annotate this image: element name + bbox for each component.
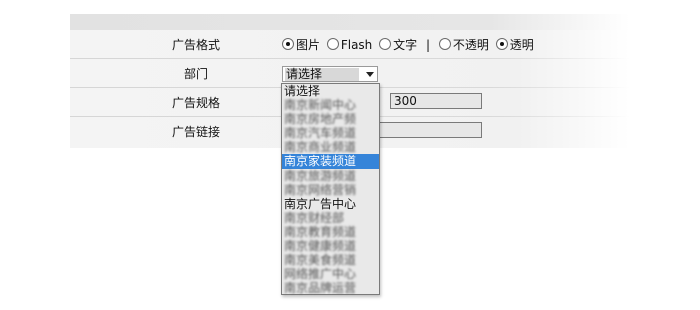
radio-text[interactable] bbox=[379, 38, 392, 50]
dropdown-option[interactable]: 网络推广中心 bbox=[282, 267, 379, 281]
radio-image[interactable] bbox=[282, 38, 294, 50]
radio-flash-label[interactable]: Flash bbox=[341, 38, 372, 52]
dropdown-option[interactable]: 南京新闻中心 bbox=[282, 98, 379, 112]
dropdown-option[interactable]: 南京家装频道 bbox=[282, 154, 379, 169]
radio-separator: | bbox=[425, 38, 431, 52]
chevron-down-icon[interactable] bbox=[366, 72, 374, 77]
department-select-value: 请选择 bbox=[285, 68, 359, 81]
form-header-bar bbox=[70, 14, 630, 30]
dropdown-option[interactable]: 南京教育频道 bbox=[282, 225, 379, 239]
radio-opaque-label[interactable]: 不透明 bbox=[453, 38, 489, 52]
dropdown-option[interactable]: 南京房地产频 bbox=[282, 112, 379, 126]
radio-transparent[interactable] bbox=[495, 38, 508, 50]
dropdown-option[interactable]: 南京商业频道 bbox=[282, 140, 379, 154]
department-dropdown-list[interactable]: 请选择 南京新闻中心 南京房地产频 南京汽车频道 南京商业频道 南京家装频道 南京旅游频道南… bbox=[281, 83, 380, 295]
format-row: 广告格式 图片 Flash 文字 | 不透明 透明 bbox=[70, 30, 630, 59]
dropdown-option[interactable]: 南京网络营销 bbox=[282, 183, 379, 197]
dropdown-option[interactable]: 南京品牌运营 bbox=[282, 281, 379, 295]
radio-transparent-label[interactable]: 透明 bbox=[510, 38, 534, 52]
format-radio-group: 图片 Flash 文字 | 不透明 透明 bbox=[282, 38, 537, 52]
dropdown-option[interactable]: 请选择 bbox=[282, 84, 379, 98]
department-select[interactable]: 请选择 bbox=[282, 66, 378, 82]
dropdown-option[interactable]: 南京美食频道 bbox=[282, 253, 379, 267]
dropdown-option[interactable]: 南京汽车频道 bbox=[282, 126, 379, 140]
dropdown-option[interactable]: 南京健康频道 bbox=[282, 239, 379, 253]
dropdown-option[interactable]: 南京财经部 bbox=[282, 211, 379, 225]
radio-opaque[interactable] bbox=[438, 38, 451, 50]
format-label: 广告格式 bbox=[171, 38, 220, 52]
department-label: 部门 bbox=[183, 67, 208, 81]
link-label: 广告链接 bbox=[171, 125, 220, 139]
radio-flash[interactable] bbox=[326, 38, 339, 50]
link-input[interactable] bbox=[370, 122, 482, 138]
dropdown-option[interactable]: 南京旅游频道 bbox=[282, 169, 379, 183]
radio-text-label[interactable]: 文字 bbox=[393, 38, 417, 52]
size-label: 广告规格 bbox=[171, 96, 220, 110]
radio-image-label[interactable]: 图片 bbox=[296, 38, 320, 52]
dropdown-option[interactable]: 南京广告中心 bbox=[282, 197, 379, 211]
height-input[interactable]: 300 bbox=[390, 93, 482, 109]
